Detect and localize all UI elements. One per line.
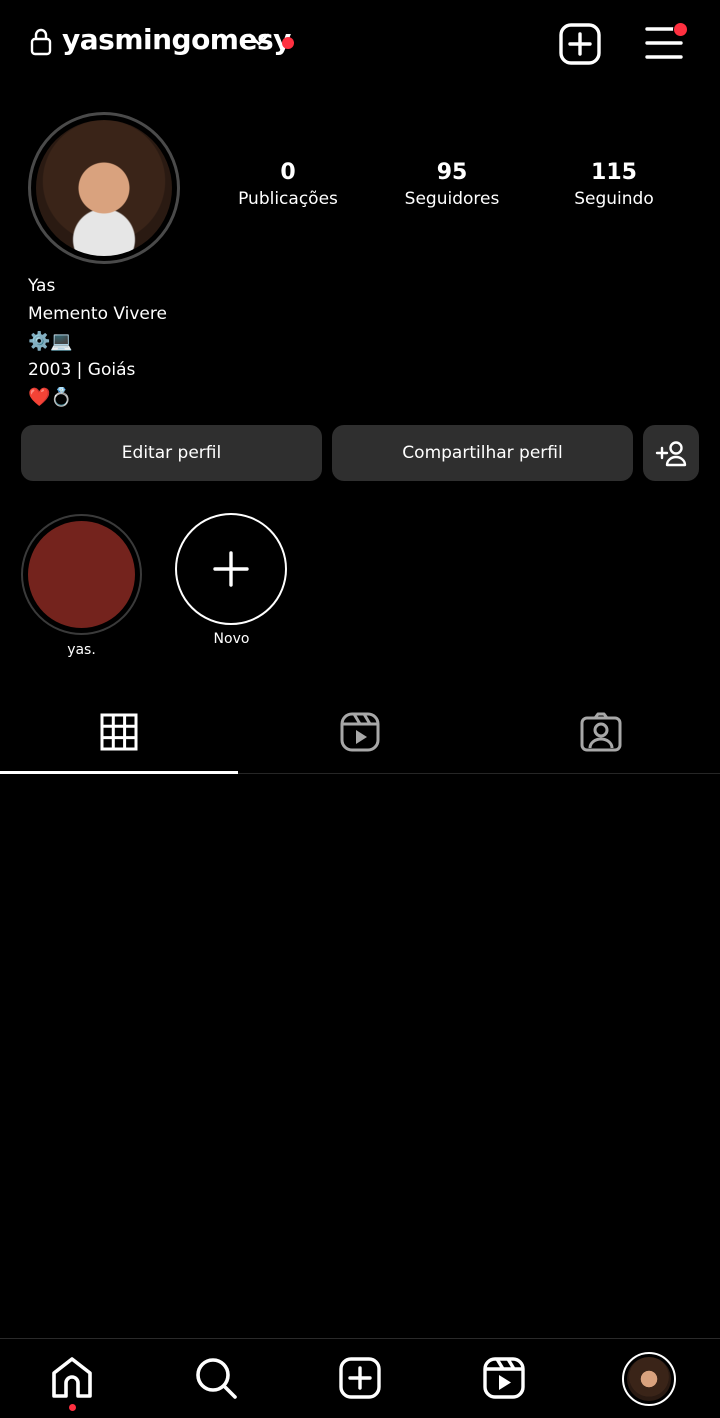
bio-emoji-line: ❤️💍 xyxy=(28,387,73,408)
share-profile-button[interactable]: Compartilhar perfil xyxy=(332,425,633,481)
bio-line: 2003 | Goiás xyxy=(28,360,136,380)
plus-square-icon[interactable] xyxy=(558,22,602,66)
reels-icon[interactable] xyxy=(340,712,380,752)
create-icon[interactable] xyxy=(338,1356,382,1400)
profile-bio: Yas Memento Vivere ⚙️💻 2003 | Goiás ❤️💍 xyxy=(28,272,167,412)
profile-avatar[interactable] xyxy=(36,120,172,256)
bio-line: Memento Vivere xyxy=(28,304,167,324)
new-highlight-button[interactable] xyxy=(175,513,287,625)
tagged-icon[interactable] xyxy=(580,712,622,752)
grid-icon[interactable] xyxy=(100,713,138,751)
new-highlight-label: Novo xyxy=(213,631,250,647)
stat-followers[interactable]: 95 Seguidores xyxy=(377,160,527,209)
add-person-icon xyxy=(655,439,687,467)
stat-following-label: Seguindo xyxy=(574,189,654,209)
stat-followers-label: Seguidores xyxy=(404,189,500,209)
search-icon[interactable] xyxy=(194,1356,238,1400)
edit-profile-button[interactable]: Editar perfil xyxy=(21,425,322,481)
chevron-down-icon[interactable] xyxy=(248,33,270,47)
bottom-nav-divider xyxy=(0,1338,720,1339)
stat-posts-value: 0 xyxy=(280,160,296,185)
menu-notification-dot xyxy=(673,22,688,37)
stat-posts[interactable]: 0 Publicações xyxy=(213,160,363,209)
profile-nav-avatar[interactable] xyxy=(627,1357,671,1401)
stat-following-value: 115 xyxy=(591,160,637,185)
stat-followers-value: 95 xyxy=(436,160,468,185)
active-tab-indicator xyxy=(0,771,238,774)
top-bar: yasmingomesy xyxy=(0,0,720,88)
discover-people-button[interactable] xyxy=(643,425,699,481)
highlight-cover[interactable] xyxy=(28,521,135,628)
highlight-label: yas. xyxy=(67,642,96,658)
notification-dot xyxy=(282,37,294,49)
plus-icon xyxy=(211,549,251,589)
bio-emoji-line: ⚙️💻 xyxy=(28,331,73,352)
home-notification-dot xyxy=(69,1404,76,1411)
stat-following[interactable]: 115 Seguindo xyxy=(539,160,689,209)
lock-icon xyxy=(30,28,52,56)
reels-nav-icon[interactable] xyxy=(482,1356,526,1400)
stat-posts-label: Publicações xyxy=(238,189,338,209)
home-icon[interactable] xyxy=(50,1356,94,1400)
bio-name: Yas xyxy=(28,276,56,296)
